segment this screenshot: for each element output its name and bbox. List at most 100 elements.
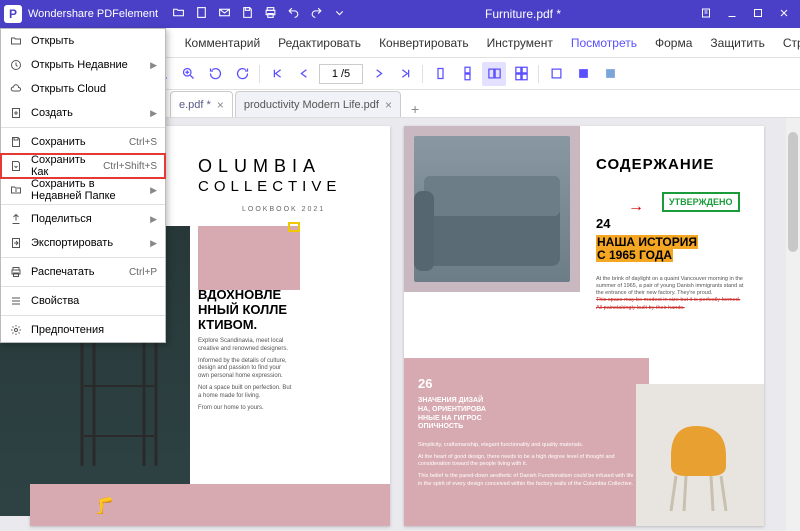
doc-title: Furniture.pdf * (346, 7, 700, 21)
close-tab-icon[interactable]: × (385, 98, 392, 112)
stamp-approved[interactable]: УТВЕРЖДЕНО (662, 192, 740, 212)
menu-item-prefs[interactable]: Предпочтения (1, 318, 165, 342)
scrollbar[interactable] (786, 118, 800, 531)
menu-item-open[interactable]: Открыть (1, 29, 165, 53)
doc-design-block: 26 ЗНАЧЕНИЯ ДИЗАЙНА, ОРИЕНТИРОВАННЫЕ НА … (404, 358, 649, 526)
menu-item-saveas[interactable]: Сохранить Как Ctrl+Shift+S (1, 154, 165, 178)
undo-icon[interactable] (287, 6, 300, 22)
rotate-right-icon[interactable] (230, 62, 254, 86)
maximize-icon[interactable] (752, 7, 764, 22)
menu-edit[interactable]: Редактировать (269, 28, 370, 57)
bg-light-icon[interactable] (544, 62, 568, 86)
menu-item-props[interactable]: Свойства (1, 289, 165, 313)
app-logo: P (4, 5, 22, 23)
menu-form[interactable]: Форма (646, 28, 701, 57)
share-icon (9, 213, 23, 225)
doc-design-body: Simplicity, craftsmanship, elegant funct… (418, 442, 635, 488)
doc-history-text: At the brink of daylight on a quaint Van… (596, 276, 746, 312)
menu-protect[interactable]: Защитить (701, 28, 773, 57)
menu-item-label: Открыть Недавние (31, 59, 142, 71)
minimize-icon[interactable] (726, 7, 738, 22)
redo-icon[interactable] (310, 6, 323, 22)
customize-icon[interactable] (333, 6, 346, 22)
cloud-icon (9, 83, 23, 95)
menu-item-label: Открыть (31, 35, 157, 47)
close-icon[interactable] (778, 7, 790, 22)
menu-item-shortcut: Ctrl+P (129, 267, 157, 278)
saveas-icon (9, 160, 23, 172)
saverecent-icon (9, 184, 23, 196)
menu-convert[interactable]: Конвертировать (370, 28, 478, 57)
menu-item-save[interactable]: Сохранить Ctrl+S (1, 130, 165, 154)
chevron-right-icon: ▶ (150, 60, 157, 71)
menu-item-label: Распечатать (31, 266, 121, 278)
notes-icon[interactable] (700, 7, 712, 22)
annotation-marker[interactable] (288, 222, 300, 232)
menu-item-shortcut: Ctrl+S (129, 137, 157, 148)
app-title: Wondershare PDFelement (28, 8, 158, 20)
bg-dark-icon[interactable] (571, 62, 595, 86)
print-icon[interactable] (264, 6, 277, 22)
chevron-right-icon: ▶ (150, 238, 157, 249)
single-page-icon[interactable] (428, 62, 452, 86)
tab-2[interactable]: productivity Modern Life.pdf × (235, 91, 401, 117)
annotation-arrow[interactable]: → (628, 198, 644, 216)
menu-tool[interactable]: Инструмент (478, 28, 562, 57)
scrollbar-thumb[interactable] (788, 132, 798, 252)
first-page-icon[interactable] (265, 62, 289, 86)
tab-label: productivity Modern Life.pdf (244, 99, 379, 111)
mail-icon[interactable] (218, 6, 231, 22)
doc-heading: ВДОХНОВЛЕННЫЙ КОЛЛЕКТИВОМ. (198, 288, 287, 333)
doc-footer (30, 484, 390, 526)
export-icon (9, 237, 23, 249)
prev-page-icon[interactable] (292, 62, 316, 86)
menu-item-label: Экспортировать (31, 237, 142, 249)
zoom-in-icon[interactable] (176, 62, 200, 86)
page-input[interactable]: 1 /5 (319, 64, 363, 84)
doc-pagenum-26: 26 (418, 376, 635, 391)
menu-item-label: Создать (31, 107, 142, 119)
menu-item-label: Поделиться (31, 213, 142, 225)
next-page-icon[interactable] (366, 62, 390, 86)
menu-item-label: Свойства (31, 295, 157, 307)
rotate-left-icon[interactable] (203, 62, 227, 86)
chevron-right-icon: ▶ (150, 108, 157, 119)
save-icon (9, 136, 23, 148)
doc-lookbook: LOOKBOOK 2021 (242, 206, 325, 213)
menu-item-recent[interactable]: Открыть Недавние ▶ (1, 53, 165, 77)
tab-1[interactable]: e.pdf * × (170, 91, 233, 117)
close-tab-icon[interactable]: × (217, 98, 224, 112)
two-page-icon[interactable] (482, 62, 506, 86)
prefs-icon (9, 324, 23, 336)
save-icon[interactable] (241, 6, 254, 22)
last-page-icon[interactable] (393, 62, 417, 86)
doc-brand: OLUMBIA (198, 156, 321, 177)
doc-contents-title: СОДЕРЖАНИЕ (596, 156, 714, 173)
menu-item-export[interactable]: Экспортировать ▶ (1, 231, 165, 255)
print-icon (9, 266, 23, 278)
menu-page[interactable]: Страница (774, 28, 800, 57)
tab-label: e.pdf * (179, 99, 211, 111)
two-continuous-icon[interactable] (509, 62, 533, 86)
add-tab-button[interactable]: + (403, 101, 427, 117)
menu-item-cloud[interactable]: Открыть Cloud (1, 77, 165, 101)
menu-comment[interactable]: Комментарий (176, 28, 270, 57)
menu-item-label: Сохранить в Недавней Папке (31, 178, 142, 202)
menu-item-print[interactable]: Распечатать Ctrl+P (1, 260, 165, 284)
doc-pagenum-24: 24 (596, 216, 610, 231)
new-doc-icon[interactable] (195, 6, 208, 22)
menu-item-label: Сохранить Как (31, 154, 95, 178)
create-icon (9, 107, 23, 119)
continuous-icon[interactable] (455, 62, 479, 86)
menu-item-saverecent[interactable]: Сохранить в Недавней Папке▶ (1, 178, 165, 202)
file-menu-dropdown: ОткрытьОткрыть Недавние▶Открыть CloudСоз… (0, 28, 166, 343)
menu-item-share[interactable]: Поделиться▶ (1, 207, 165, 231)
menu-item-label: Сохранить (31, 136, 121, 148)
menu-view[interactable]: Посмотреть (562, 28, 646, 57)
menu-item-create[interactable]: Создать ▶ (1, 101, 165, 125)
recent-icon (9, 59, 23, 71)
menu-item-shortcut: Ctrl+Shift+S (103, 161, 157, 172)
bg-sepia-icon[interactable] (598, 62, 622, 86)
folder-icon[interactable] (172, 6, 185, 22)
doc-pink-block (198, 226, 300, 290)
